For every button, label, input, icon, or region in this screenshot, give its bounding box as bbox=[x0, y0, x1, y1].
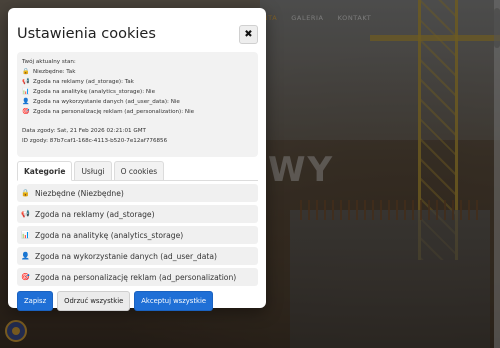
category-list: 🔒 Niezbędne (Niezbędne) 📢 Zgoda na reklamy… bbox=[17, 184, 258, 286]
tab-kategorie[interactable]: Kategorie bbox=[17, 161, 73, 181]
consent-id: ID zgody: 87b7caf1-168c-4113-b520-7e12af… bbox=[22, 138, 168, 144]
category-ad-personalization[interactable]: 🎯 Zgoda na personalizację reklam (ad_pers… bbox=[17, 268, 258, 286]
tab-o-cookies[interactable]: O cookies bbox=[113, 161, 165, 181]
save-button[interactable]: Zapisz bbox=[17, 291, 54, 311]
status-line-analytics-storage: 📊 Zgoda na analitykę (analytics_storage):… bbox=[22, 88, 156, 95]
chart-icon: 📊 bbox=[22, 88, 30, 95]
reject-all-button[interactable]: Odrzuć wszystkie bbox=[57, 291, 131, 311]
category-label: Zgoda na reklamy (ad_storage) bbox=[35, 209, 155, 219]
megaphone-icon: 📢 bbox=[22, 78, 30, 85]
tab-uslugi[interactable]: Usługi bbox=[74, 161, 112, 181]
user-icon: 👤 bbox=[21, 252, 30, 260]
target-icon: 🎯 bbox=[22, 108, 30, 115]
category-label: Zgoda na wykorzystanie danych (ad_user_d… bbox=[35, 251, 217, 261]
lock-icon: 🔒 bbox=[22, 68, 30, 75]
category-ad-user-data[interactable]: 👤 Zgoda na wykorzystanie danych (ad_user_… bbox=[17, 247, 258, 265]
status-line-ad-personalization: 🎯 Zgoda na personalizację reklam (ad_pers… bbox=[22, 108, 195, 115]
chart-icon: 📊 bbox=[21, 231, 30, 239]
modal-header: Ustawienia cookies ✖ bbox=[17, 16, 258, 52]
category-label: Niezbędne (Niezbędne) bbox=[35, 188, 124, 198]
status-line-ad-user-data: 👤 Zgoda na wykorzystanie danych (ad_user_… bbox=[22, 98, 180, 105]
megaphone-icon: 📢 bbox=[21, 210, 30, 218]
close-button[interactable]: ✖ bbox=[239, 25, 258, 44]
cookie-settings-modal: Ustawienia cookies ✖ Twój aktualny stan:… bbox=[8, 8, 266, 311]
tab-bar: Kategorie Usługi O cookies bbox=[17, 161, 258, 181]
status-line-ad-storage: 📢 Zgoda na reklamy (ad_storage): Tak bbox=[22, 78, 134, 85]
consent-status-box: Twój aktualny stan: 🔒 Niezbędne: Tak 📢 Zgo… bbox=[17, 52, 258, 157]
category-analytics-storage[interactable]: 📊 Zgoda na analitykę (analytics_storage) bbox=[17, 226, 258, 244]
category-label: Zgoda na personalizację reklam (ad_perso… bbox=[35, 272, 237, 282]
category-necessary[interactable]: 🔒 Niezbędne (Niezbędne) bbox=[17, 184, 258, 202]
status-line-necessary: 🔒 Niezbędne: Tak bbox=[22, 68, 76, 75]
status-heading: Twój aktualny stan: bbox=[22, 59, 76, 65]
lock-icon: 🔒 bbox=[21, 189, 30, 197]
target-icon: 🎯 bbox=[21, 273, 30, 281]
user-icon: 👤 bbox=[22, 98, 30, 105]
close-icon: ✖ bbox=[244, 29, 253, 40]
category-ad-storage[interactable]: 📢 Zgoda na reklamy (ad_storage) bbox=[17, 205, 258, 223]
modal-title: Ustawienia cookies bbox=[17, 26, 156, 42]
category-label: Zgoda na analitykę (analytics_storage) bbox=[35, 230, 184, 240]
accept-all-button[interactable]: Akceptuj wszystkie bbox=[134, 291, 214, 311]
consent-date: Data zgody: Sat, 21 Feb 2026 02:21:01 GM… bbox=[22, 128, 146, 134]
modal-actions: Zapisz Odrzuć wszystkie Akceptuj wszystk… bbox=[17, 291, 258, 311]
